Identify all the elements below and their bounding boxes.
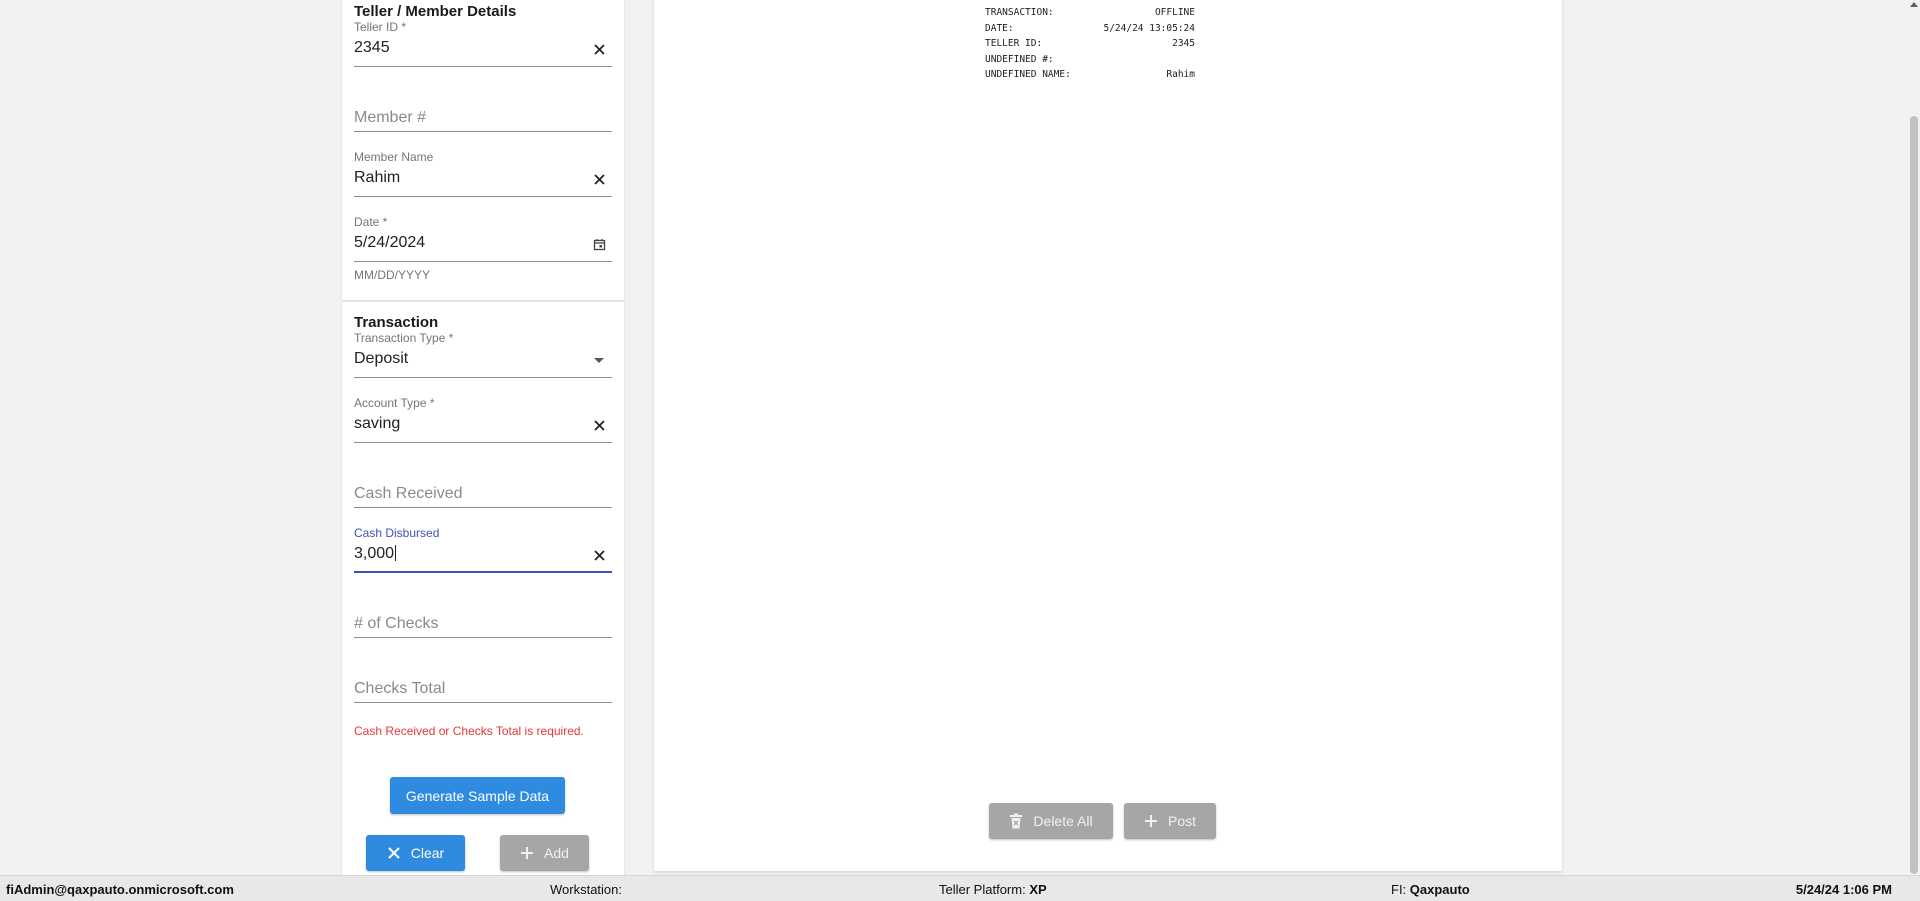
teller-platform-value: XP (1029, 882, 1047, 897)
teller-section-title: Teller / Member Details (354, 3, 517, 20)
teller-id-value: 2345 (354, 39, 390, 56)
teller-form-panel: Teller / Member Details Teller ID * 2345… (342, 0, 624, 875)
date-value: 5/24/2024 (354, 234, 426, 251)
validation-error: Cash Received or Checks Total is require… (354, 724, 584, 738)
clear-teller-id-icon[interactable] (592, 42, 606, 56)
teller-platform-label: Teller Platform: (939, 882, 1026, 897)
cash-disbursed-value: 3,000 (354, 545, 395, 562)
post-button[interactable]: Post (1124, 803, 1216, 839)
cash-received-field[interactable]: Cash Received (354, 461, 612, 517)
teller-id-field[interactable]: Teller ID * 2345 (354, 20, 612, 76)
receipt-row-key: TRANSACTION: (985, 7, 1054, 18)
plus-icon (520, 846, 534, 860)
checks-total-field[interactable]: Checks Total (354, 656, 612, 712)
transaction-section-title: Transaction (354, 314, 439, 331)
trash-icon (1009, 813, 1023, 829)
plus-icon (1144, 814, 1158, 828)
member-number-placeholder: Member # (354, 109, 427, 126)
num-checks-field[interactable]: # of Checks (354, 591, 612, 647)
receipt-row: DATE: 5/24/24 13:05:24 (985, 21, 1195, 37)
add-button-label: Add (544, 845, 569, 861)
account-type-label: Account Type * (354, 396, 435, 410)
generate-sample-data-label: Generate Sample Data (405, 787, 550, 804)
status-bar: fiAdmin@qaxpauto.onmicrosoft.com Worksta… (0, 875, 1920, 901)
generate-sample-data-button[interactable]: Generate Sample Data (390, 777, 565, 814)
receipt-row-value: 2345 (1172, 38, 1195, 50)
vertical-scrollbar[interactable] (1907, 0, 1920, 875)
fi-info: FI: Qaxpauto (1391, 882, 1470, 897)
fi-value: Qaxpauto (1409, 882, 1470, 897)
member-name-field[interactable]: Member Name Rahim (354, 150, 612, 206)
teller-member-card: Teller / Member Details Teller ID * 2345… (342, 0, 624, 300)
transaction-type-label: Transaction Type * (354, 331, 454, 345)
user-email: fiAdmin@qaxpauto.onmicrosoft.com (6, 882, 234, 897)
status-datetime: 5/24/24 1:06 PM (1795, 882, 1892, 897)
transaction-type-value: Deposit (354, 350, 409, 367)
receipt-row: TRANSACTION: OFFLINE (985, 5, 1195, 21)
transaction-type-select[interactable]: Transaction Type * Deposit (354, 331, 612, 387)
receipt-row-value: OFFLINE (1154, 7, 1195, 18)
receipt-row-key: UNDEFINED NAME: (985, 69, 1071, 81)
clear-button-label: Clear (410, 845, 445, 861)
delete-all-label: Delete All (1033, 813, 1093, 829)
cash-disbursed-field[interactable]: Cash Disbursed 3,000 (354, 526, 612, 582)
cash-disbursed-input[interactable]: 3,000 (354, 545, 397, 563)
clear-cash-disbursed-icon[interactable] (592, 548, 606, 562)
member-name-value: Rahim (354, 169, 401, 186)
close-icon (387, 846, 401, 860)
member-number-field[interactable]: Member # (354, 85, 612, 141)
receipt-row-key: UNDEFINED #: (985, 53, 1054, 65)
calendar-icon[interactable] (592, 237, 606, 251)
receipt-row-value: 5/24/24 13:05:24 (1103, 22, 1195, 34)
transaction-card: Transaction Transaction Type * Deposit A… (342, 302, 624, 875)
workstation-label: Workstation: (550, 882, 623, 897)
text-cursor (395, 545, 397, 561)
num-checks-placeholder: # of Checks (354, 615, 439, 632)
clear-account-type-icon[interactable] (592, 418, 606, 432)
account-type-field[interactable]: Account Type * saving (354, 396, 612, 452)
receipt-row-key: TELLER ID: (985, 38, 1043, 50)
receipt-row-key: DATE: (985, 22, 1014, 34)
account-type-value: saving (354, 415, 401, 432)
teller-platform-info: Teller Platform: XP (939, 882, 1047, 897)
scroll-up-arrow-icon[interactable] (1910, 2, 1918, 7)
delete-all-button[interactable]: Delete All (989, 803, 1113, 839)
cash-received-placeholder: Cash Received (354, 485, 463, 502)
add-button[interactable]: Add (500, 835, 589, 871)
receipt-row: UNDEFINED NAME: Rahim (985, 67, 1195, 83)
dropdown-arrow-icon[interactable] (592, 353, 606, 367)
checks-total-placeholder: Checks Total (354, 680, 446, 697)
teller-id-label: Teller ID * (354, 20, 407, 34)
clear-button[interactable]: Clear (366, 835, 465, 871)
receipt-preview-panel: TRANSACTION: OFFLINE DATE: 5/24/24 13:05:24… (654, 0, 1562, 871)
date-format-helper: MM/DD/YYYY (354, 268, 431, 282)
receipt: TRANSACTION: OFFLINE DATE: 5/24/24 13:05:24… (985, 5, 1195, 83)
receipt-row: UNDEFINED #: (985, 52, 1195, 68)
cash-disbursed-label: Cash Disbursed (354, 526, 440, 540)
date-label: Date * (354, 215, 388, 229)
member-name-label: Member Name (354, 150, 434, 164)
post-button-label: Post (1167, 813, 1196, 829)
scroll-thumb[interactable] (1910, 116, 1918, 874)
workstation-info: Workstation: (550, 882, 622, 897)
receipt-row-value: Rahim (1166, 69, 1195, 81)
clear-member-name-icon[interactable] (592, 172, 606, 186)
date-field[interactable]: Date * 5/24/2024 (354, 215, 612, 271)
receipt-row: TELLER ID: 2345 (985, 36, 1195, 52)
fi-label: FI: (1391, 882, 1407, 897)
